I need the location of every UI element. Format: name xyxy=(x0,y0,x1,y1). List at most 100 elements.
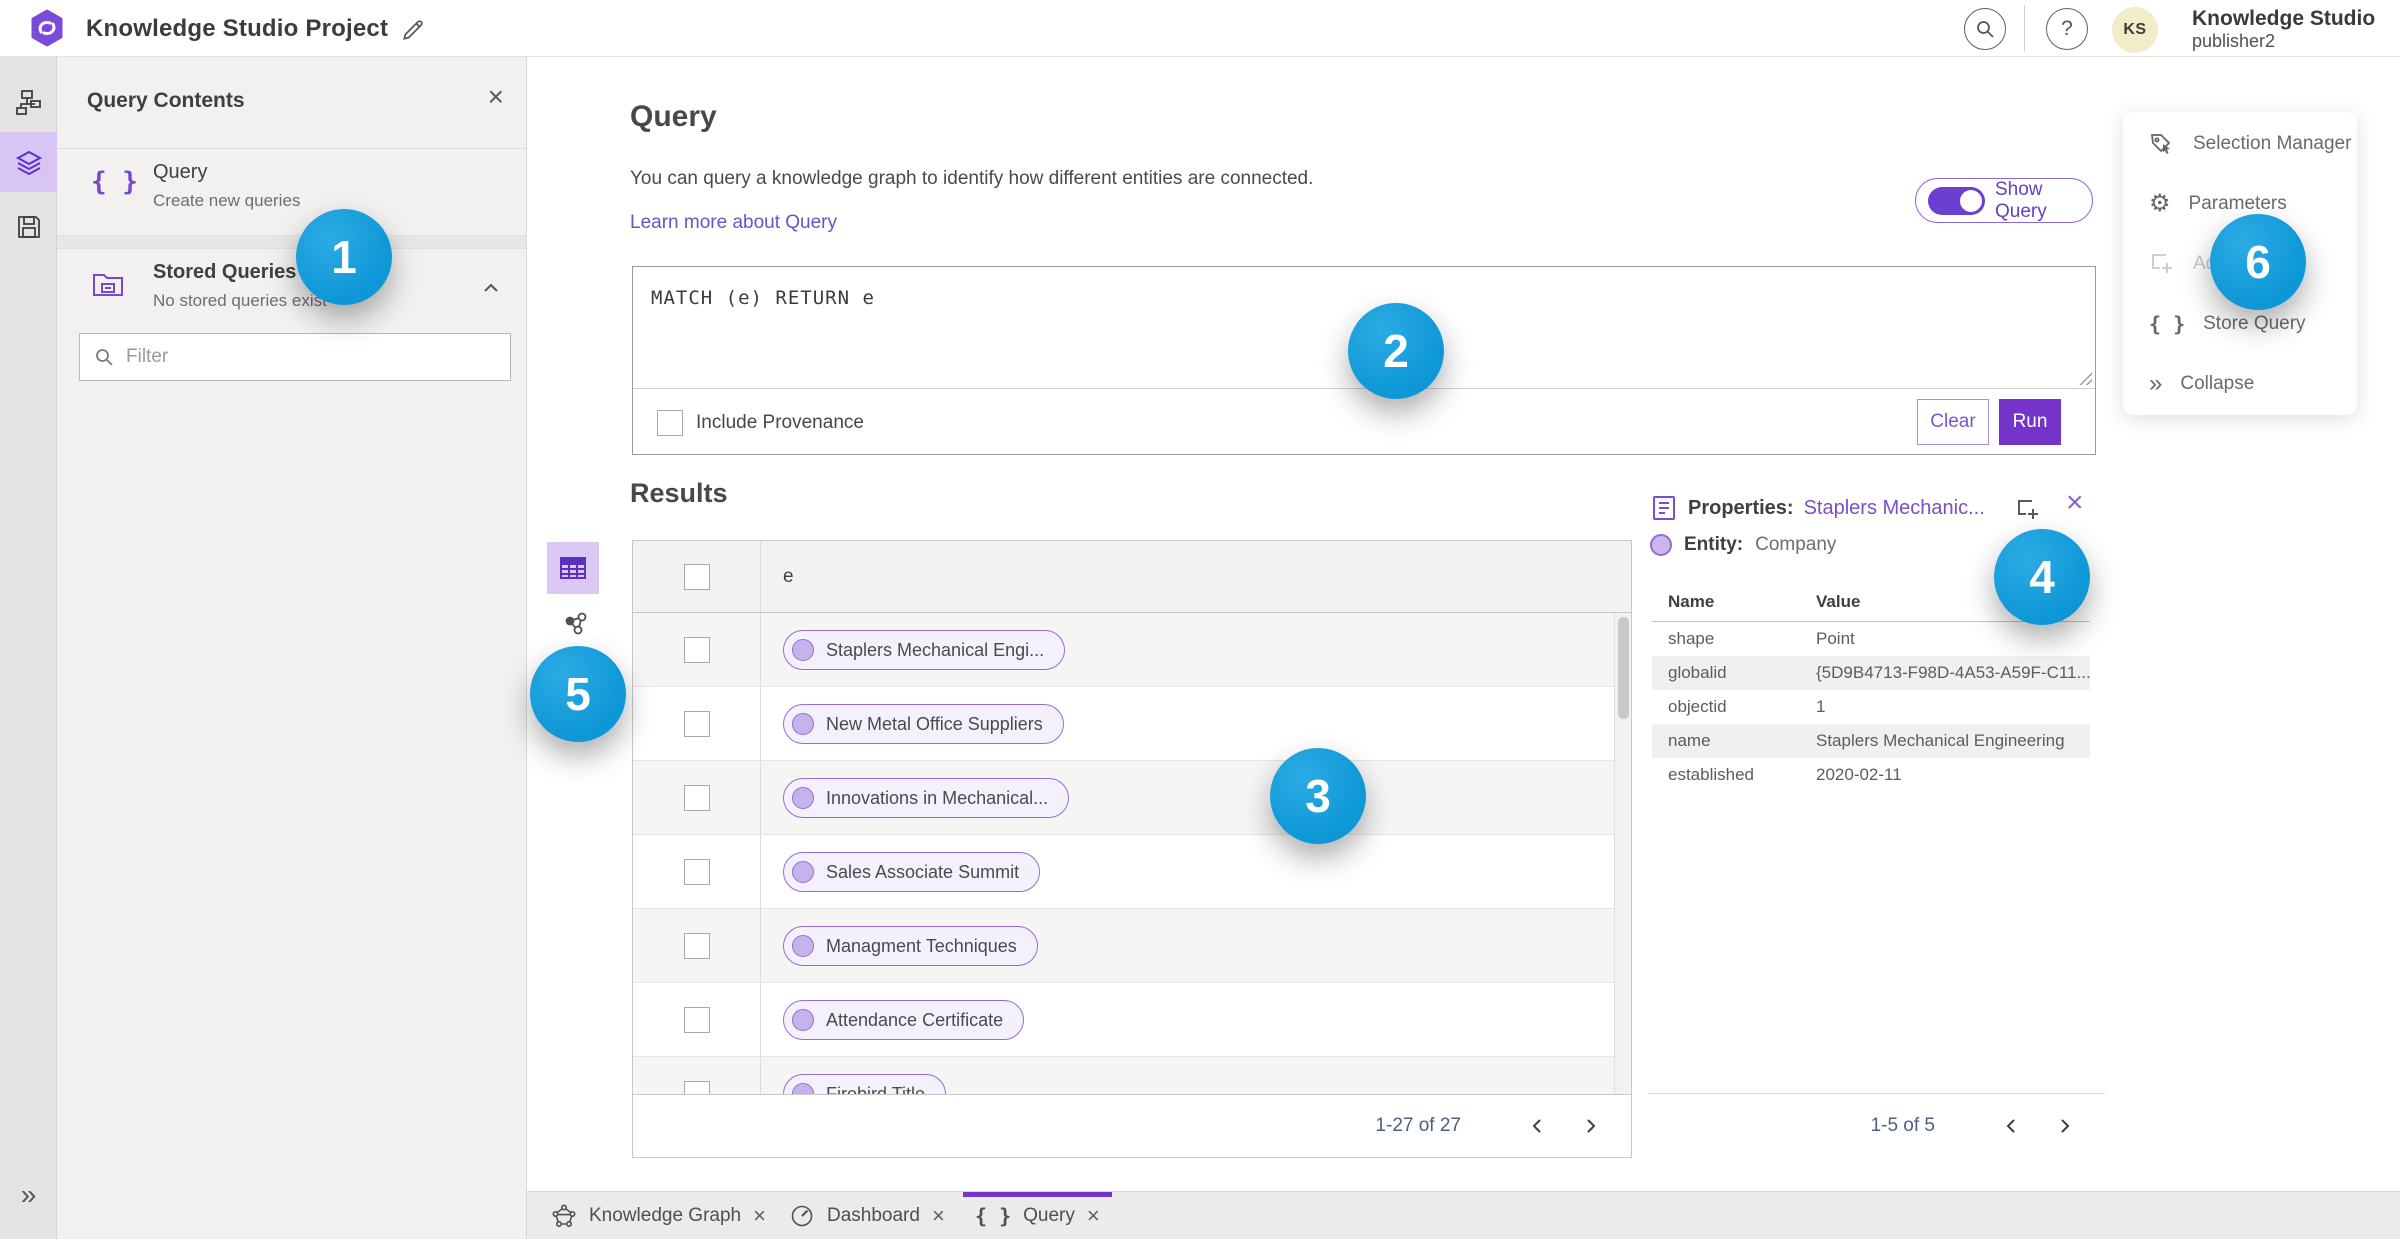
menu-item-selection-manager[interactable]: Selection Manager xyxy=(2123,114,2357,174)
include-provenance-checkbox[interactable] xyxy=(657,409,683,436)
entity-label: Entity: xyxy=(1684,534,1744,555)
tab-knowledge-graph[interactable]: Knowledge Graph × xyxy=(551,1192,766,1239)
filter-input[interactable] xyxy=(126,346,496,368)
resize-handle[interactable] xyxy=(2078,371,2092,385)
table-view-button[interactable] xyxy=(547,542,599,594)
entity-dot-icon xyxy=(1650,534,1672,556)
entity-chip[interactable]: Sales Associate Summit xyxy=(783,852,1041,892)
panel-item-stored-queries[interactable]: Stored Queries No stored queries exist xyxy=(57,249,526,333)
row-checkbox[interactable] xyxy=(683,1080,710,1094)
entity-dot-icon xyxy=(792,713,814,735)
add-to-new-icon[interactable] xyxy=(2014,496,2042,524)
entity-chip[interactable]: Managment Techniques xyxy=(783,926,1038,966)
row-checkbox[interactable] xyxy=(683,932,710,959)
query-editor-footer: Include Provenance Clear Run xyxy=(633,389,2095,456)
properties-header: Properties: Staplers Mechanic... xyxy=(1650,494,1985,522)
query-section-title: Query xyxy=(630,100,717,133)
close-icon[interactable]: × xyxy=(1087,1205,1100,1227)
tab-dashboard[interactable]: Dashboard × xyxy=(789,1192,945,1239)
column-header-name: Name xyxy=(1668,592,1715,611)
close-icon[interactable]: × xyxy=(753,1205,766,1227)
property-row: objectid 1 xyxy=(1668,697,1826,716)
properties-entity-link[interactable]: Staplers Mechanic... xyxy=(1804,497,1985,520)
table-row[interactable]: Firebird Title xyxy=(633,1057,1631,1094)
global-search-button[interactable] xyxy=(1964,8,2006,50)
table-row[interactable]: Attendance Certificate xyxy=(633,983,1631,1057)
results-pagination: 1-27 of 27 xyxy=(632,1095,1632,1158)
braces-icon: { } xyxy=(975,1204,1012,1228)
rail-layers-button[interactable] xyxy=(0,132,57,192)
query-text: MATCH (e) RETURN e xyxy=(651,287,875,309)
row-checkbox[interactable] xyxy=(683,784,710,811)
table-row[interactable]: Sales Associate Summit xyxy=(633,835,1631,909)
user-avatar[interactable]: KS xyxy=(2112,7,2158,53)
learn-more-link[interactable]: Learn more about Query xyxy=(630,212,837,234)
entity-dot-icon xyxy=(792,1083,814,1094)
rail-data-model-button[interactable] xyxy=(0,73,57,133)
run-button[interactable]: Run xyxy=(1999,399,2061,445)
link-chart-view-button[interactable] xyxy=(558,608,594,644)
avatar-initials: KS xyxy=(2123,21,2147,38)
table-scrollbar[interactable] xyxy=(1614,613,1631,1094)
callout-badge-6: 6 xyxy=(2210,214,2306,310)
show-query-toggle[interactable]: Show Query xyxy=(1915,178,2093,223)
entity-chip[interactable]: New Metal Office Suppliers xyxy=(783,704,1064,744)
table-row[interactable]: Innovations in Mechanical... xyxy=(633,761,1631,835)
left-icon-rail: » xyxy=(0,57,57,1239)
expand-rail-button[interactable]: » xyxy=(0,1179,57,1211)
entity-chip[interactable]: Innovations in Mechanical... xyxy=(783,778,1070,818)
include-provenance-label: Include Provenance xyxy=(696,411,864,433)
results-table-header: e xyxy=(633,541,1631,613)
app-logo-icon xyxy=(28,9,66,47)
chevron-up-icon[interactable] xyxy=(480,277,502,299)
next-page-button[interactable] xyxy=(1571,1106,1611,1146)
stored-queries-folder-icon xyxy=(91,267,125,299)
previous-page-button[interactable] xyxy=(1517,1106,1557,1146)
panel-item-label: Stored Queries xyxy=(153,261,297,283)
scrollbar-thumb[interactable] xyxy=(1618,617,1629,719)
panel-item-query[interactable]: { } Query Create new queries xyxy=(57,149,526,235)
table-row[interactable]: New Metal Office Suppliers xyxy=(633,687,1631,761)
knowledge-studio-app: Knowledge Studio Project ? KS Knowledge … xyxy=(0,0,2400,1239)
row-checkbox[interactable] xyxy=(683,1006,710,1033)
entity-dot-icon xyxy=(792,935,814,957)
table-row[interactable]: Managment Techniques xyxy=(633,909,1631,983)
user-name: Knowledge Studio xyxy=(2192,7,2376,30)
help-button[interactable]: ? xyxy=(2046,8,2088,50)
user-info[interactable]: Knowledge Studio publisher2 xyxy=(2192,7,2375,52)
select-all-checkbox[interactable] xyxy=(683,563,710,590)
close-icon[interactable]: × xyxy=(932,1205,945,1227)
row-checkbox[interactable] xyxy=(683,710,710,737)
page-title: Knowledge Studio Project xyxy=(86,14,389,42)
show-query-label: Show Query xyxy=(1995,178,2047,222)
previous-page-button[interactable] xyxy=(1991,1106,2031,1146)
tab-query[interactable]: { } Query × xyxy=(963,1192,1112,1239)
edit-title-pencil-icon[interactable] xyxy=(400,17,426,43)
row-checkbox[interactable] xyxy=(683,858,710,885)
table-row[interactable]: Staplers Mechanical Engi... xyxy=(633,613,1631,687)
entity-value: Company xyxy=(1755,534,1837,555)
callout-badge-1: 1 xyxy=(296,209,392,305)
entity-chip[interactable]: Attendance Certificate xyxy=(783,1000,1025,1040)
next-page-button[interactable] xyxy=(2045,1106,2085,1146)
braces-icon: { } xyxy=(2149,312,2186,336)
results-table: e Staplers Mechanical Engi... New Metal … xyxy=(632,540,1632,1095)
include-provenance-option[interactable]: Include Provenance xyxy=(657,389,864,456)
callout-badge-3: 3 xyxy=(1270,748,1366,844)
property-row: shape Point xyxy=(1668,629,1855,648)
knowledge-graph-icon xyxy=(551,1203,577,1229)
close-icon[interactable]: × xyxy=(488,83,504,111)
menu-item-collapse[interactable]: » Collapse xyxy=(2123,354,2357,414)
callout-badge-5: 5 xyxy=(530,646,626,742)
pagination-range: 1-27 of 27 xyxy=(1375,1115,1461,1136)
clear-button[interactable]: Clear xyxy=(1917,399,1989,445)
table-icon xyxy=(558,553,588,583)
row-checkbox[interactable] xyxy=(683,636,710,663)
panel-item-description: Create new queries xyxy=(153,191,301,210)
panel-item-description: No stored queries exist xyxy=(153,291,327,310)
add-to-new-icon xyxy=(2149,251,2175,277)
close-icon[interactable]: × xyxy=(2066,488,2084,518)
entity-chip[interactable]: Firebird Title xyxy=(783,1074,947,1094)
rail-save-button[interactable] xyxy=(0,197,57,257)
entity-chip[interactable]: Staplers Mechanical Engi... xyxy=(783,630,1066,670)
